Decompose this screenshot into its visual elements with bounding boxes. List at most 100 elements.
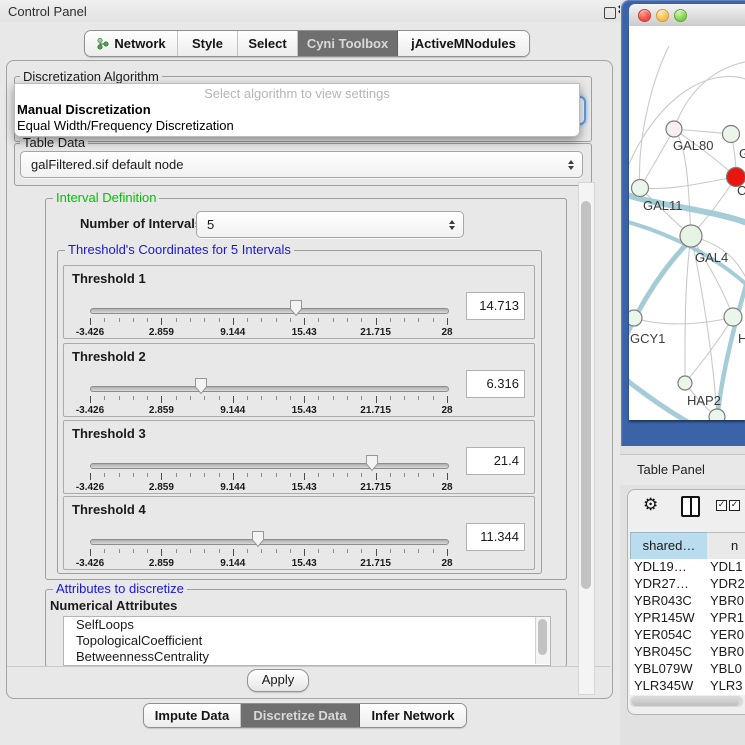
threshold-1-slider[interactable]: -3.4262.8599.14415.4321.71528: [64, 296, 464, 338]
tab-select[interactable]: Select: [238, 31, 298, 56]
slider-thumb[interactable]: [289, 299, 303, 317]
network-node[interactable]: [724, 308, 742, 326]
tab-impute-data[interactable]: Impute Data: [144, 704, 241, 727]
table-data-combo[interactable]: galFiltered.sif default node: [20, 151, 583, 178]
tick-label: 15.43: [276, 558, 332, 569]
table-row[interactable]: YDR27…YDR2: [630, 576, 745, 593]
tick-mark: [390, 549, 391, 553]
network-node[interactable]: [666, 121, 682, 137]
network-edge[interactable]: [691, 236, 733, 317]
table-hscrollbar-thumb[interactable]: [632, 698, 739, 706]
apply-button[interactable]: Apply: [247, 669, 309, 692]
gear-icon[interactable]: ⚙: [643, 495, 658, 515]
tab-cyni-toolbox[interactable]: Cyni Toolbox: [298, 31, 398, 56]
network-edge[interactable]: [685, 236, 691, 383]
table-row[interactable]: YER054CYER0: [630, 627, 745, 644]
network-edge[interactable]: [640, 129, 674, 188]
threshold-1-box: Threshold 1 -3.4262.8599.14415.4321.7152…: [63, 265, 535, 339]
network-node[interactable]: [632, 180, 649, 197]
tick-mark: [318, 318, 319, 322]
tick-mark: [376, 396, 377, 403]
column-layout-icon[interactable]: [681, 496, 700, 517]
network-node[interactable]: [709, 409, 725, 420]
mac-minimize-button[interactable]: [656, 9, 669, 22]
tick-mark: [161, 396, 162, 403]
network-icon: [96, 37, 109, 50]
tick-mark: [219, 318, 220, 322]
panel-scrollbar[interactable]: [578, 182, 595, 695]
tick-mark: [304, 396, 305, 403]
panel-scrollbar-thumb[interactable]: [581, 201, 591, 589]
tick-mark: [390, 318, 391, 322]
slider-thumb[interactable]: [194, 377, 208, 395]
list-scrollbar-thumb[interactable]: [538, 619, 547, 655]
threshold-2-slider[interactable]: -3.4262.8599.14415.4321.71528: [64, 374, 464, 416]
list-scrollbar[interactable]: [535, 617, 550, 664]
tick-mark: [204, 396, 205, 400]
table-row[interactable]: YBL079WYBL0: [630, 661, 745, 678]
tick-mark: [219, 473, 220, 477]
network-edge[interactable]: [634, 317, 733, 324]
table-row[interactable]: YBR043CYBR0: [630, 593, 745, 610]
network-node[interactable]: [723, 126, 740, 143]
threshold-3-slider[interactable]: -3.4262.8599.14415.4321.71528: [64, 451, 464, 493]
slider-track[interactable]: [90, 308, 449, 314]
column-header-name[interactable]: n: [707, 532, 745, 560]
list-item-topologicalcoefficient[interactable]: TopologicalCoefficient: [64, 633, 550, 649]
table-row[interactable]: YBR045CYBR0: [630, 644, 745, 661]
float-window-icon[interactable]: [604, 7, 616, 19]
tab-network[interactable]: Network: [85, 31, 178, 56]
network-canvas[interactable]: GAL80GACGAL11GAL4GCY1HHAP2: [629, 26, 745, 420]
popup-item-manual-discretization[interactable]: Manual Discretization: [17, 102, 151, 117]
tick-mark: [90, 318, 91, 325]
threshold-3-value-field[interactable]: 21.4: [466, 447, 525, 475]
list-item-betweennesscentrality[interactable]: BetweennessCentrality: [64, 649, 550, 665]
table-row[interactable]: YDL19…YDL1: [630, 559, 745, 576]
mac-zoom-button[interactable]: [674, 9, 687, 22]
network-node[interactable]: [680, 225, 702, 247]
tab-infer-network[interactable]: Infer Network: [360, 704, 466, 727]
slider-track[interactable]: [90, 463, 449, 469]
bottom-tab-bar: Impute Data Discretize Data Infer Networ…: [143, 703, 467, 728]
tick-label: 21.715: [348, 405, 404, 416]
tick-label: -3.426: [62, 482, 118, 493]
popup-item-equal-width-frequency[interactable]: Equal Width/Frequency Discretization: [17, 118, 234, 133]
threshold-1-value-field[interactable]: 14.713: [466, 292, 525, 320]
network-node[interactable]: [678, 376, 692, 390]
tick-mark: [361, 549, 362, 553]
tab-discretize-data[interactable]: Discretize Data: [241, 704, 360, 727]
node-table[interactable]: YDL19…YDL1 YDR27…YDR2 YBR043CYBR0 YPR145…: [630, 559, 745, 695]
slider-track[interactable]: [90, 539, 449, 545]
tick-mark: [161, 549, 162, 556]
numerical-attributes-list[interactable]: SelfLoops TopologicalCoefficient Between…: [63, 616, 551, 666]
tick-mark: [347, 473, 348, 477]
slider-thumb[interactable]: [365, 454, 379, 472]
slider-track[interactable]: [90, 386, 449, 392]
threshold-4-box: Threshold 4 -3.4262.8599.14415.4321.7152…: [63, 496, 535, 570]
column-header-shared[interactable]: shared…: [630, 532, 708, 560]
interval-definition-group-label: Interval Definition: [53, 191, 159, 205]
threshold-2-value-field[interactable]: 6.316: [466, 370, 525, 398]
tick-mark: [418, 473, 419, 477]
checkbox-icon[interactable]: ✓: [729, 500, 740, 511]
mac-close-button[interactable]: [638, 9, 651, 22]
number-of-intervals-combo[interactable]: 5: [196, 211, 464, 238]
tick-mark: [176, 318, 177, 322]
network-edge[interactable]: [640, 46, 669, 188]
tick-mark: [261, 473, 262, 477]
table-row[interactable]: YPR145WYPR1: [630, 610, 745, 627]
list-item-selfloops[interactable]: SelfLoops: [64, 617, 550, 633]
network-node[interactable]: [629, 310, 642, 326]
checkbox-icon[interactable]: ✓: [716, 500, 727, 511]
threshold-4-value-field[interactable]: 11.344: [466, 523, 525, 551]
tick-mark: [276, 473, 277, 477]
threshold-3-label: Threshold 3: [72, 426, 146, 441]
slider-thumb[interactable]: [251, 530, 265, 548]
tab-style[interactable]: Style: [178, 31, 238, 56]
table-row[interactable]: YLR345WYLR3: [630, 678, 745, 695]
network-edge[interactable]: [674, 61, 745, 129]
tab-jactivemnodules[interactable]: jActiveMNodules: [398, 31, 529, 56]
network-edge-highlighted[interactable]: [629, 240, 691, 341]
threshold-4-slider[interactable]: -3.4262.8599.14415.4321.71528: [64, 527, 464, 569]
tick-label: 9.144: [205, 482, 261, 493]
